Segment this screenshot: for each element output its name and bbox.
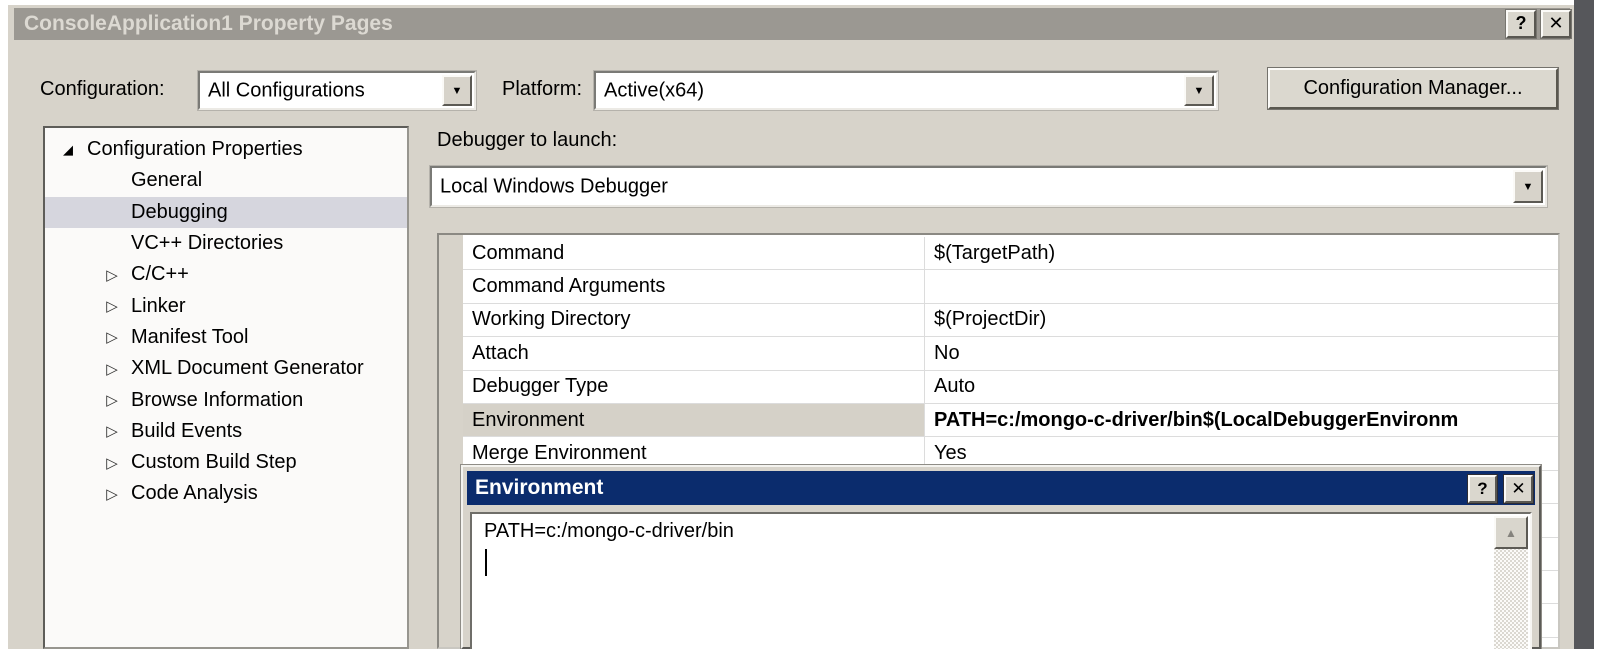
dialog-right-edge <box>1574 0 1594 649</box>
environment-dialog-title: Environment <box>475 476 603 499</box>
configuration-select[interactable]: All Configurations ▼ <box>198 71 476 110</box>
tree-collapsed-icon[interactable]: ▷ <box>101 360 123 378</box>
grid-row-working-directory[interactable]: Working Directory$(ProjectDir) <box>463 304 1558 337</box>
scroll-up-icon[interactable]: ▲ <box>1494 516 1528 549</box>
sidebar-item-debugging[interactable]: Debugging <box>45 197 407 228</box>
property-pages-dialog: ConsoleApplication1 Property Pages ? ✕ C… <box>0 0 1600 649</box>
environment-textarea[interactable]: PATH=c:/mongo-c-driver/bin ▲ <box>470 512 1532 649</box>
tree-item-label: C/C++ <box>131 263 189 286</box>
tree-item-label: Browse Information <box>131 389 303 412</box>
environment-dialog: Environment ? ✕ PATH=c:/mongo-c-driver/b… <box>461 465 1541 649</box>
sidebar-item-browse-information[interactable]: ▷ Browse Information <box>45 384 407 415</box>
configuration-value: All Configurations <box>208 79 365 102</box>
tree-collapsed-icon[interactable]: ▷ <box>101 485 123 503</box>
dialog-titlebar[interactable]: ConsoleApplication1 Property Pages <box>14 8 1570 40</box>
platform-label: Platform: <box>502 78 582 101</box>
sidebar-item-build-events[interactable]: ▷ Build Events <box>45 416 407 447</box>
environment-dialog-titlebar[interactable]: Environment <box>467 471 1535 505</box>
platform-select[interactable]: Active(x64) ▼ <box>594 71 1218 110</box>
config-tree: ◢ Configuration Properties General Debuggin… <box>43 126 409 649</box>
grid-row-environment[interactable]: EnvironmentPATH=c:/mongo-c-driver/bin$(L… <box>463 404 1558 437</box>
platform-value: Active(x64) <box>604 79 704 102</box>
property-name-cell[interactable]: Working Directory <box>463 304 925 336</box>
close-icon[interactable]: ✕ <box>1541 10 1571 38</box>
configuration-manager-button[interactable]: Configuration Manager... <box>1268 68 1558 109</box>
text-cursor <box>485 549 487 576</box>
property-name-cell[interactable]: Command Arguments <box>463 270 925 302</box>
help-icon[interactable]: ? <box>1468 475 1497 503</box>
tree-item-label: VC++ Directories <box>131 232 283 255</box>
tree-item-label: General <box>131 169 202 192</box>
sidebar-item-linker[interactable]: ▷ Linker <box>45 290 407 321</box>
property-value-cell[interactable] <box>925 270 1558 302</box>
sidebar-item-xml-document-generator[interactable]: ▷ XML Document Generator <box>45 353 407 384</box>
sidebar-item-manifest-tool[interactable]: ▷ Manifest Tool <box>45 322 407 353</box>
close-icon[interactable]: ✕ <box>1504 475 1533 503</box>
tree-item-label: Configuration Properties <box>87 138 303 161</box>
property-value-cell[interactable]: PATH=c:/mongo-c-driver/bin$(LocalDebugge… <box>925 404 1558 436</box>
debugger-value: Local Windows Debugger <box>440 175 668 198</box>
configuration-label: Configuration: <box>40 78 165 101</box>
property-name-cell[interactable]: Attach <box>463 337 925 369</box>
sidebar-item-code-analysis[interactable]: ▷ Code Analysis <box>45 478 407 509</box>
tree-item-label: Linker <box>131 295 185 318</box>
tree-collapsed-icon[interactable]: ▷ <box>101 391 123 409</box>
property-value-cell[interactable]: Auto <box>925 371 1558 403</box>
tree-collapsed-icon[interactable]: ▷ <box>101 454 123 472</box>
grid-row-command[interactable]: Command$(TargetPath) <box>463 237 1558 270</box>
sidebar-item-general[interactable]: General <box>45 165 407 196</box>
debugger-to-launch-label: Debugger to launch: <box>437 129 617 152</box>
property-name-cell[interactable]: Environment <box>463 404 925 436</box>
tree-collapsed-icon[interactable]: ▷ <box>101 328 123 346</box>
sidebar-item-c-c[interactable]: ▷ C/C++ <box>45 259 407 290</box>
sidebar-item-custom-build-step[interactable]: ▷ Custom Build Step <box>45 447 407 478</box>
tree-item-label: Build Events <box>131 420 242 443</box>
tree-collapsed-icon[interactable]: ▷ <box>101 266 123 284</box>
debugger-select[interactable]: Local Windows Debugger ▼ <box>430 166 1547 207</box>
property-value-cell[interactable]: No <box>925 337 1558 369</box>
tree-collapsed-icon[interactable]: ▷ <box>101 422 123 440</box>
property-value-cell[interactable]: $(ProjectDir) <box>925 304 1558 336</box>
grid-row-debugger-type[interactable]: Debugger TypeAuto <box>463 371 1558 404</box>
chevron-down-icon[interactable]: ▼ <box>1513 170 1543 203</box>
help-icon[interactable]: ? <box>1506 10 1536 38</box>
tree-item-label: Debugging <box>131 201 228 224</box>
property-name-cell[interactable]: Debugger Type <box>463 371 925 403</box>
property-grid-margin <box>439 235 463 647</box>
grid-row-attach[interactable]: AttachNo <box>463 337 1558 370</box>
environment-textarea-value: PATH=c:/mongo-c-driver/bin <box>484 520 734 543</box>
tree-item-label: XML Document Generator <box>131 357 364 380</box>
chevron-down-icon[interactable]: ▼ <box>442 75 472 106</box>
property-value-cell[interactable]: $(TargetPath) <box>925 237 1558 269</box>
tree-collapsed-icon[interactable]: ▷ <box>101 297 123 315</box>
textarea-scrollbar[interactable]: ▲ <box>1494 516 1528 649</box>
grid-row-command-arguments[interactable]: Command Arguments <box>463 270 1558 303</box>
tree-item-label: Manifest Tool <box>131 326 248 349</box>
sidebar-item-vc-directories[interactable]: VC++ Directories <box>45 228 407 259</box>
tree-item-label: Custom Build Step <box>131 451 297 474</box>
tree-expanded-icon[interactable]: ◢ <box>57 142 79 158</box>
chevron-down-icon[interactable]: ▼ <box>1184 75 1214 106</box>
tree-item-label: Code Analysis <box>131 482 258 505</box>
property-name-cell[interactable]: Command <box>463 237 925 269</box>
configuration-manager-label: Configuration Manager... <box>1303 77 1522 100</box>
sidebar-item-configuration-properties[interactable]: ◢ Configuration Properties <box>45 134 407 165</box>
dialog-title: ConsoleApplication1 Property Pages <box>24 12 393 35</box>
